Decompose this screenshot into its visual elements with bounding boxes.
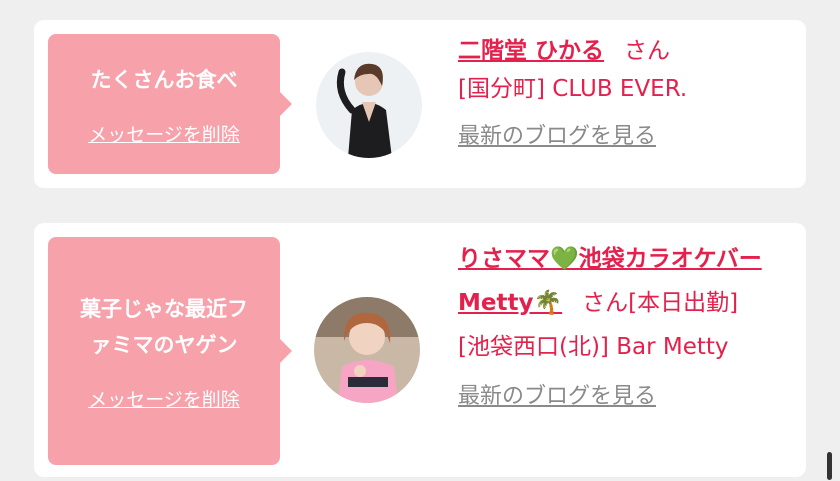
honorific: さん (624, 38, 671, 64)
message-text: たくさんお食べ (90, 67, 238, 92)
store-name: [池袋西口(北)] Bar Metty (458, 334, 729, 360)
message-card: 菓子じゃな最近フ ァミマのヤゲン メッセージを削除 りさママ💚池袋カラオケバーM… (34, 223, 806, 477)
delete-message-link[interactable]: メッセージを削除 (88, 385, 240, 412)
scrollbar[interactable] (827, 452, 832, 480)
delete-message-link[interactable]: メッセージを削除 (88, 120, 240, 147)
latest-blog-link[interactable]: 最新のブログを見る (458, 118, 656, 156)
store-name: [国分町] CLUB EVER. (458, 76, 688, 102)
sender-info: りさママ💚池袋カラオケバーMetty🌴 さん[本日出勤] [池袋西口(北)] Ba… (458, 237, 798, 419)
message-text: 菓子じゃな最近フ ァミマのヤゲン (80, 296, 248, 357)
avatar[interactable] (314, 297, 420, 403)
honorific: さん[本日出勤] (582, 290, 739, 316)
message-card: たくさんお食べ メッセージを削除 二階堂 ひかる さん [国分町] CLUB EV… (34, 20, 806, 188)
message-bubble: たくさんお食べ メッセージを削除 (48, 34, 280, 174)
sender-name-link[interactable]: 二階堂 ひかる (458, 38, 604, 64)
avatar-photo-icon (316, 52, 422, 158)
latest-blog-link[interactable]: 最新のブログを見る (458, 375, 656, 419)
message-bubble: 菓子じゃな最近フ ァミマのヤゲン メッセージを削除 (48, 237, 280, 465)
avatar[interactable] (316, 52, 422, 158)
sender-info: 二階堂 ひかる さん [国分町] CLUB EVER. 最新のブログを見る (458, 32, 798, 156)
avatar-photo-icon (314, 297, 420, 403)
